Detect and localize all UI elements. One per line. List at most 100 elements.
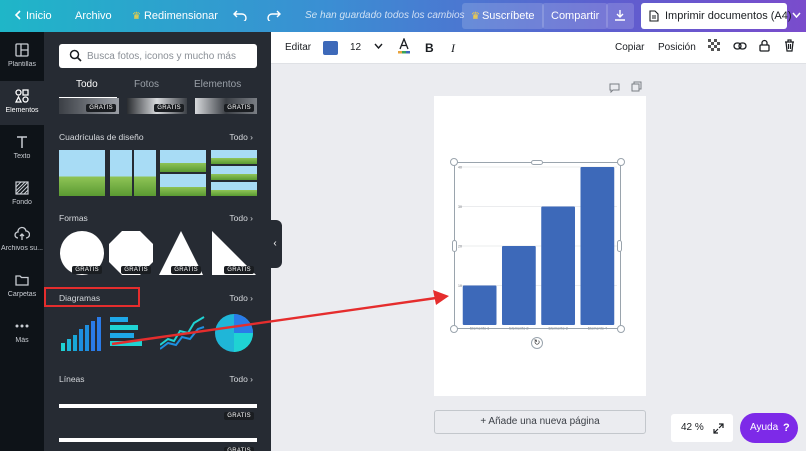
- free-badge: GRATIS: [171, 266, 201, 274]
- home-button[interactable]: Inicio: [14, 0, 52, 32]
- grid-thumb[interactable]: [59, 150, 105, 196]
- folder-icon: [15, 275, 29, 286]
- download-button[interactable]: [606, 3, 634, 29]
- chevron-left-icon: [14, 10, 21, 20]
- chevron-left-icon: ‹: [273, 238, 277, 249]
- background-icon: [15, 181, 29, 195]
- rotate-icon: ↻: [533, 338, 541, 347]
- help-icon: ?: [783, 422, 790, 434]
- bold-button[interactable]: B: [425, 32, 434, 64]
- rail-label-folders: Carpetas: [7, 291, 37, 298]
- crown-icon: ♛: [471, 11, 480, 22]
- undo-button[interactable]: [233, 0, 247, 32]
- grid-cell: [134, 150, 156, 196]
- file-menu[interactable]: Archivo: [75, 0, 112, 32]
- tab-photos[interactable]: Fotos: [134, 79, 159, 90]
- shape-triangle[interactable]: GRATIS: [158, 230, 204, 276]
- free-badge: GRATIS: [224, 412, 254, 420]
- grid-thumb[interactable]: [110, 150, 156, 196]
- print-options-button[interactable]: [792, 0, 801, 32]
- resize-handle[interactable]: [450, 325, 458, 333]
- editor-toolbar: Editar 12 B I Copiar Posición: [271, 32, 806, 64]
- more-dots-icon: [15, 324, 29, 328]
- rail-label-background: Fondo: [12, 199, 32, 206]
- trash-icon: [785, 39, 794, 52]
- grid-cell: [211, 150, 257, 164]
- zoom-value: 42 %: [681, 422, 704, 433]
- see-all-grids-link[interactable]: Todo ›: [229, 132, 253, 142]
- font-size-value[interactable]: 12: [350, 32, 361, 64]
- undo-icon: [233, 10, 247, 23]
- rail-item-elements[interactable]: Elementos: [0, 81, 44, 125]
- chart-thumb-pie[interactable]: [211, 313, 257, 353]
- line-shape: [59, 438, 257, 442]
- search-input[interactable]: [87, 44, 252, 68]
- grid-thumb[interactable]: [160, 150, 206, 196]
- rail-label-uploads: Archivos su...: [0, 245, 43, 252]
- shape-octagon[interactable]: GRATIS: [108, 230, 154, 276]
- home-label: Inicio: [26, 10, 52, 22]
- color-swatch[interactable]: [323, 41, 338, 55]
- see-all-lines-link[interactable]: Todo ›: [229, 374, 253, 384]
- shape-circle[interactable]: GRATIS: [59, 230, 105, 276]
- duplicate-icon: [631, 81, 642, 92]
- position-button[interactable]: Posición: [658, 32, 696, 64]
- share-button[interactable]: Compartir: [542, 3, 609, 29]
- subscribe-button[interactable]: ♛ Suscríbete: [462, 3, 544, 29]
- search-box[interactable]: [59, 44, 257, 68]
- edit-button[interactable]: Editar: [285, 32, 311, 64]
- resize-handle[interactable]: [452, 240, 457, 252]
- resize-handle[interactable]: [617, 325, 625, 333]
- delete-button[interactable]: [784, 32, 795, 64]
- chevron-down-icon: [792, 12, 801, 19]
- line-thumb[interactable]: GRATIS: [59, 402, 257, 420]
- tab-all[interactable]: Todo: [76, 79, 98, 90]
- chart-thumb-hbar[interactable]: [110, 313, 156, 351]
- photo-thumb[interactable]: GRATIS: [195, 98, 257, 114]
- rail-item-background[interactable]: Fondo: [0, 173, 44, 217]
- rail-item-folders[interactable]: Carpetas: [0, 265, 44, 309]
- font-size-dropdown[interactable]: [374, 32, 383, 64]
- resize-handle[interactable]: [450, 158, 458, 166]
- see-all-label: Todo: [229, 293, 248, 303]
- redo-button[interactable]: [267, 0, 281, 32]
- see-all-shapes-link[interactable]: Todo ›: [229, 213, 253, 223]
- resize-handle[interactable]: [617, 158, 625, 166]
- chart-thumb-line[interactable]: [160, 313, 206, 351]
- help-button[interactable]: Ayuda ?: [740, 413, 798, 443]
- collapse-panel-button[interactable]: ‹: [268, 220, 282, 268]
- search-icon: [69, 49, 82, 62]
- rotate-handle[interactable]: ↻: [531, 337, 543, 349]
- lock-button[interactable]: [759, 32, 770, 64]
- rail-item-templates[interactable]: Plantillas: [0, 35, 44, 79]
- line-thumb[interactable]: GRATIS: [59, 434, 257, 451]
- zoom-control[interactable]: 42 %: [671, 414, 733, 442]
- resize-handle[interactable]: [617, 240, 622, 252]
- add-page-button[interactable]: + Añade una nueva página: [434, 410, 646, 434]
- lock-icon: [759, 39, 770, 52]
- link-button[interactable]: [733, 32, 747, 64]
- panel-tabs: Todo Fotos Elementos: [44, 79, 271, 99]
- resize-handle[interactable]: [531, 160, 543, 165]
- see-all-label: Todo: [229, 213, 248, 223]
- italic-button[interactable]: I: [451, 32, 455, 64]
- section-title-shapes: Formas: [59, 213, 88, 223]
- print-button[interactable]: Imprimir documentos (A4): [641, 3, 792, 29]
- duplicate-page-button[interactable]: [631, 79, 642, 97]
- resize-button[interactable]: ♛ Redimensionar: [132, 0, 218, 32]
- rail-item-uploads[interactable]: Archivos su...: [0, 219, 44, 263]
- tab-elements[interactable]: Elementos: [194, 79, 241, 90]
- copy-button[interactable]: Copiar: [615, 32, 644, 64]
- rail-item-more[interactable]: Más: [0, 311, 44, 355]
- transparency-button[interactable]: [708, 32, 721, 64]
- see-all-charts-link[interactable]: Todo ›: [229, 293, 253, 303]
- text-color-button[interactable]: [397, 32, 411, 64]
- grid-thumb[interactable]: [211, 150, 257, 196]
- rail-item-text[interactable]: Texto: [0, 127, 44, 171]
- photo-thumb[interactable]: GRATIS: [127, 98, 187, 114]
- shape-right-triangle[interactable]: GRATIS: [211, 230, 257, 276]
- chart-thumb-bar[interactable]: [59, 313, 105, 351]
- cloud-upload-icon: [14, 226, 30, 240]
- download-icon: [615, 10, 625, 21]
- photo-thumb[interactable]: GRATIS: [59, 98, 119, 114]
